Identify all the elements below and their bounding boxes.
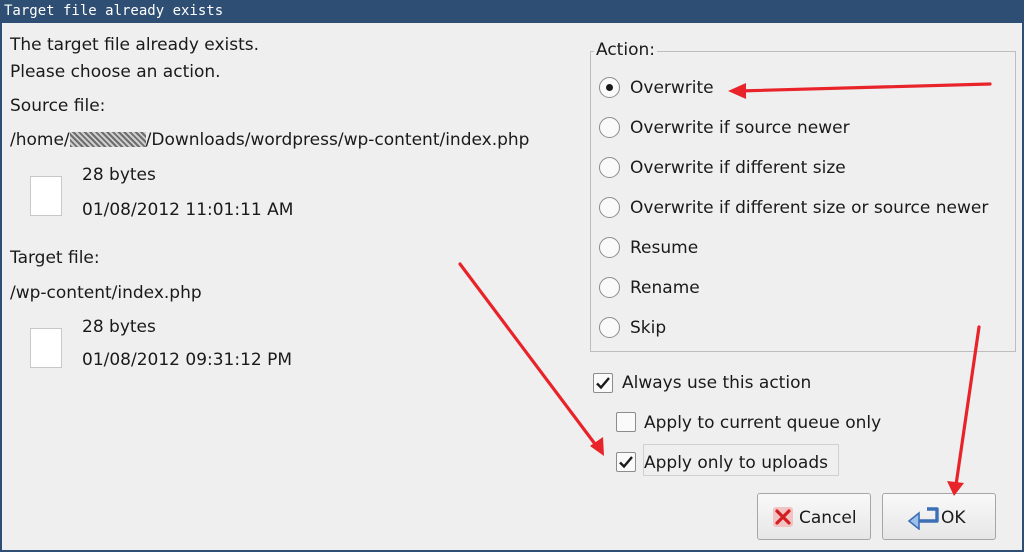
annotation-arrows (458, 82, 992, 496)
annotation-arrow-overwrite (736, 82, 992, 93)
arrowhead-overwrite (728, 83, 746, 99)
dialog-window: Target file already exists The target fi… (0, 0, 1024, 552)
annotation-arrow-uploads (458, 262, 600, 450)
annotation-arrow-ok (954, 325, 981, 487)
arrowhead-ok (947, 481, 964, 496)
